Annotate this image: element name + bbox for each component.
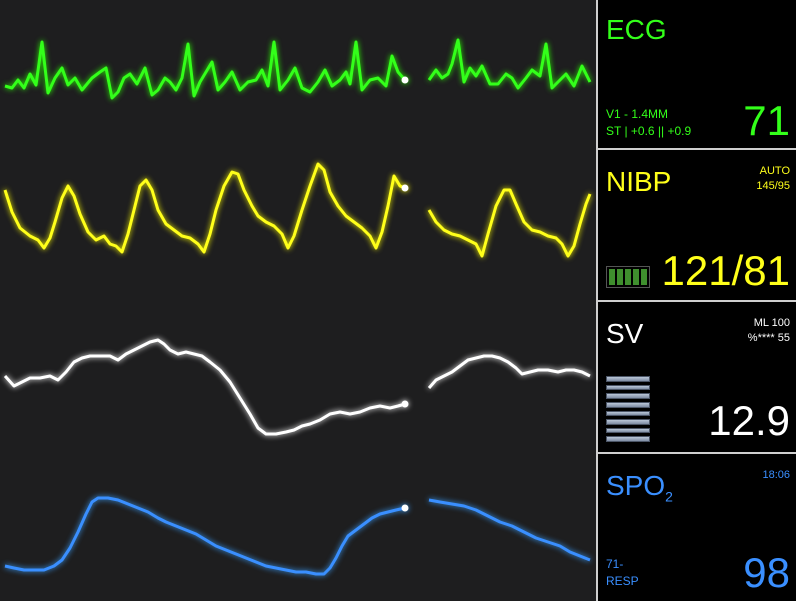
nibp-value: 121/81: [661, 247, 790, 294]
sv-info-line1: ML 100: [753, 317, 790, 329]
waveforms-svg: [3, 38, 592, 576]
spo2-info-line2: RESP: [606, 574, 639, 588]
ecg-cursor-dot: [401, 76, 409, 84]
nibp-last-reading: 145/95: [756, 180, 790, 192]
nibp-waveform: [3, 162, 592, 258]
spo2-info-line1: 71-: [606, 557, 624, 571]
ecg-st-info: ST | +0.6 || +0.9: [606, 124, 692, 138]
sv-parameter-box[interactable]: SV ML 100 %**** 55 12.9: [598, 304, 796, 454]
nibp-parameter-box[interactable]: NIBP AUTO 145/95 121/81: [598, 152, 796, 302]
spo2-value: 98: [743, 549, 790, 596]
parameter-panel: ECG V1 - 1.4MM ST | +0.6 || +0.9 71 NIBP…: [596, 0, 796, 601]
sv-trace-left: [3, 338, 406, 436]
spo2-parameter-box[interactable]: SPO2 18:06 71- RESP 98: [598, 456, 796, 601]
sv-trace-right: [427, 354, 591, 389]
level-bars-icon: [606, 376, 650, 442]
ecg-waveform: [4, 38, 592, 100]
nibp-mode-info: AUTO 145/95: [756, 164, 790, 194]
spo2-info: 71- RESP: [606, 556, 639, 590]
nibp-trace-right: [427, 188, 592, 258]
spo2-cursor-dot: [401, 504, 409, 512]
spo2-title-text: SPO: [606, 470, 666, 501]
nibp-mode: AUTO: [759, 165, 790, 177]
sv-value: 12.9: [708, 397, 790, 444]
ecg-title: ECG: [606, 14, 667, 45]
waveform-area: [0, 0, 596, 601]
nibp-title: NIBP: [606, 166, 672, 197]
spo2-title: SPO2: [606, 470, 673, 505]
ecg-parameter-box[interactable]: ECG V1 - 1.4MM ST | +0.6 || +0.9 71: [598, 0, 796, 150]
spo2-trace-right: [428, 498, 591, 562]
sv-title: SV: [606, 318, 644, 349]
spo2-time: 18:06: [762, 469, 790, 481]
nibp-cursor-dot: [401, 184, 409, 192]
sv-info: ML 100 %**** 55: [748, 316, 790, 346]
sv-waveform: [3, 338, 591, 436]
nibp-trace-left: [3, 162, 406, 254]
spo2-title-subscript: 2: [665, 488, 673, 505]
spo2-trace-left: [4, 496, 406, 576]
spo2-waveform: [4, 496, 591, 576]
sv-cursor-dot: [401, 400, 409, 408]
heart-rate-value: 71: [743, 97, 790, 144]
ecg-lead-info: V1 - 1.4MM: [606, 107, 669, 121]
ecg-trace-right: [427, 38, 592, 90]
ecg-trace-left: [4, 40, 407, 100]
battery-icon: [606, 266, 650, 288]
sv-info-line2: %**** 55: [747, 332, 790, 344]
ecg-info: V1 - 1.4MM ST | +0.6 || +0.9: [606, 106, 691, 140]
